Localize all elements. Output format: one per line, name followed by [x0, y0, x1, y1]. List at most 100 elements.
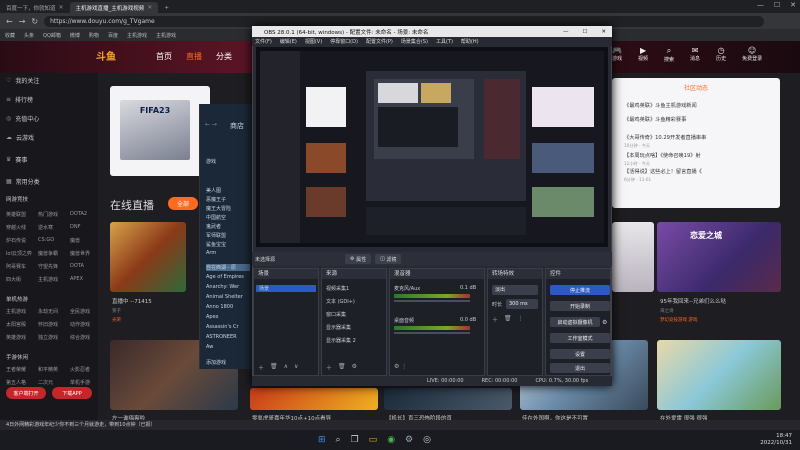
down-icon[interactable]: ∨ [294, 363, 298, 372]
store-item[interactable]: ASTRONEER [206, 334, 237, 340]
menu-icon[interactable]: ⋮ [518, 315, 524, 324]
nav-live[interactable]: 直播 [186, 51, 202, 62]
browser-tab-douyu[interactable]: 主机游戏直播_主机游戏视频 ✕ [69, 2, 159, 13]
category-link[interactable]: lol云顶之弈 [6, 250, 38, 257]
category-link[interactable]: 独立游戏 [38, 334, 70, 341]
minimize-icon[interactable]: — [563, 29, 569, 35]
category-link[interactable]: 和平精英 [38, 366, 70, 373]
back-icon[interactable]: ← [6, 17, 13, 26]
category-link[interactable]: 英雄联盟 [6, 211, 38, 218]
header-game[interactable]: 🎮 游戏 [612, 46, 622, 63]
close-window-icon[interactable]: ✕ [790, 1, 796, 9]
category-link[interactable]: 二次元 [38, 379, 70, 386]
store-item-selected[interactable]: 自在西湖 - 原 [206, 264, 250, 271]
category-link[interactable]: DOTA [70, 263, 96, 270]
category-link[interactable]: 逆水寒 [38, 224, 70, 231]
add-icon[interactable]: ＋ [326, 363, 332, 372]
store-item[interactable]: Apex [206, 314, 219, 320]
community-item[interactable]: 【本周玩点啥】《使命召唤19》射 [624, 152, 701, 159]
volume-slider[interactable] [394, 300, 470, 302]
obs-properties-button[interactable]: ⚙ 属性 [345, 254, 372, 264]
add-icon[interactable]: ＋ [258, 363, 264, 372]
community-item[interactable]: 【活得说】这些必上！留言直播《 [624, 168, 702, 175]
stream-card-portrait[interactable] [612, 222, 654, 292]
bookmark-item[interactable]: 主机游戏 [127, 32, 147, 39]
browser-tab-baidu[interactable]: 百度一下，你就知道 ✕ [0, 2, 70, 13]
scene-item[interactable]: 场景 [256, 285, 316, 292]
header-video[interactable]: ▶ 视频 [638, 46, 648, 63]
bookmark-item[interactable]: QQ邮箱 [43, 32, 61, 39]
bookmark-item[interactable]: 收藏 [5, 32, 15, 39]
sidebar-item-rank[interactable]: ≡ 排行榜 [6, 95, 33, 104]
category-link[interactable]: 穿越火线 [6, 224, 38, 231]
source-item[interactable]: 显示器采集 2 [326, 337, 356, 344]
trash-icon[interactable]: 🗑 [338, 363, 346, 372]
category-link[interactable]: 四大街 [6, 276, 38, 283]
close-icon[interactable]: ✕ [59, 4, 64, 11]
category-link[interactable]: 魔兽 [70, 237, 96, 244]
store-item[interactable]: Arm [206, 250, 216, 256]
obs-menu-item[interactable]: 帮助(H) [461, 38, 479, 45]
store-item[interactable]: 魔王大冒险 [206, 205, 231, 212]
sidebar-item-follow[interactable]: ♡ 我的关注 [6, 76, 39, 85]
gear-icon[interactable]: ⚙ [602, 319, 607, 326]
category-link[interactable]: 火影忍者 [70, 366, 96, 373]
live-all-button[interactable]: 全部 [168, 197, 198, 210]
category-link[interactable]: 动作游戏 [70, 321, 96, 328]
store-item[interactable]: 鲨鱼宝宝 [206, 241, 226, 248]
bookmark-item[interactable]: 购物 [89, 32, 99, 39]
obs-menu-item[interactable]: 场景集合(S) [401, 38, 428, 45]
category-link[interactable]: 王者荣耀 [6, 366, 38, 373]
header-message[interactable]: ✉ 消息 [690, 46, 700, 63]
store-item[interactable]: 游戏 [206, 158, 216, 165]
category-link[interactable]: 主机游戏 [38, 276, 70, 283]
obs-menu-item[interactable]: 配置文件(P) [366, 38, 393, 45]
trash-icon[interactable]: 🗑 [504, 315, 512, 324]
store-item[interactable]: 军师联盟 [206, 232, 226, 239]
source-item[interactable]: 显示器采集 [326, 324, 351, 331]
steam-icon[interactable]: ⚙ [405, 435, 413, 445]
stream-card[interactable] [250, 388, 378, 410]
volume-slider[interactable] [394, 332, 470, 334]
back-icon[interactable]: ← → [205, 121, 217, 128]
url-input[interactable]: https://www.douyu.com/g_TVgame [44, 15, 765, 27]
category-link[interactable]: CS:GO [38, 237, 70, 244]
nav-category[interactable]: 分类 [216, 51, 232, 62]
obs-icon[interactable]: ◎ [423, 435, 431, 445]
store-item[interactable]: Aw [206, 344, 213, 350]
close-window-icon[interactable]: ✕ [601, 29, 606, 35]
windows-icon[interactable]: ⊞ [318, 435, 326, 445]
maximize-icon[interactable]: ☐ [582, 29, 587, 35]
stream-card[interactable] [384, 388, 512, 410]
minimize-icon[interactable]: — [757, 1, 764, 9]
category-link[interactable]: 永劫无间 [38, 308, 70, 315]
store-item[interactable]: 中国航空 [206, 214, 226, 221]
maximize-icon[interactable]: ☐ [774, 1, 780, 9]
search-icon[interactable]: ⌕ [336, 435, 341, 445]
obs-menu-item[interactable]: 编辑(E) [280, 38, 297, 45]
stream-card[interactable] [110, 222, 186, 292]
trash-icon[interactable]: 🗑 [270, 363, 278, 372]
reload-icon[interactable]: ↻ [31, 17, 38, 26]
bookmark-item[interactable]: 微博 [70, 32, 80, 39]
up-icon[interactable]: ∧ [284, 363, 288, 372]
category-link[interactable]: DOTA2 [70, 211, 96, 218]
source-item[interactable]: 视频采集1 [326, 285, 349, 292]
category-link[interactable]: 阿哥赛车 [6, 263, 38, 270]
sidebar-item-recharge[interactable]: ◎ 充值中心 [6, 114, 39, 123]
category-link[interactable]: 英雄游戏 [6, 334, 38, 341]
obs-menu-item[interactable]: 工具(T) [436, 38, 453, 45]
store-item[interactable]: Animal Shelter [206, 294, 243, 300]
category-link[interactable]: 魔兽世界 [70, 250, 96, 257]
community-item[interactable]: 《大哥传奇》10.29开发者直播串串 [624, 134, 706, 141]
close-icon[interactable]: ✕ [147, 4, 152, 11]
taskview-icon[interactable]: ❐ [351, 435, 359, 445]
download-app-button[interactable]: 下载APP [52, 387, 92, 399]
header-search[interactable]: ⌕ 搜索 [664, 46, 674, 63]
studio-mode-button[interactable]: 工作室模式 [550, 333, 610, 343]
obs-preview-canvas[interactable] [256, 47, 608, 247]
store-item[interactable]: Age of Empires [206, 274, 244, 280]
category-link[interactable]: 魔兽争霸 [38, 250, 70, 257]
store-item[interactable]: 美人图 [206, 187, 221, 194]
start-virtual-camera-button[interactable]: 启动虚拟摄像机 [550, 317, 600, 327]
